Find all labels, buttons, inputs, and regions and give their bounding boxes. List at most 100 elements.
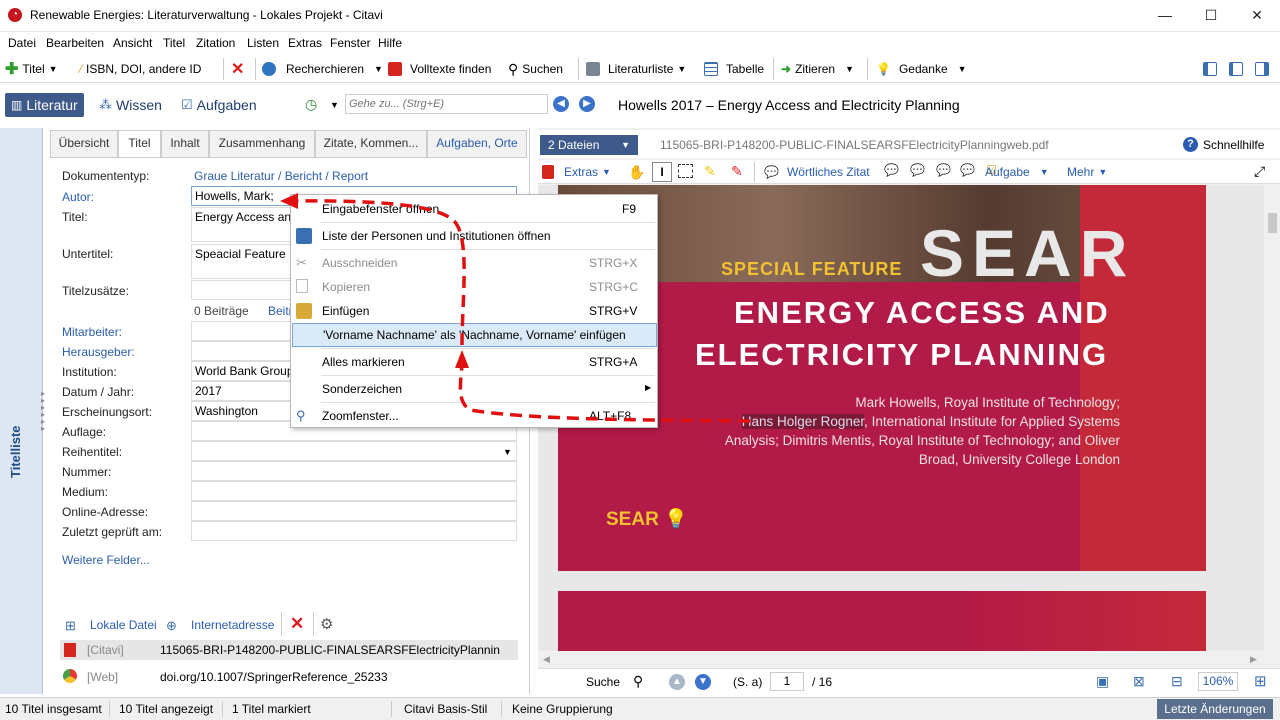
fullscreen-icon[interactable]: ⤢ <box>1254 163 1265 180</box>
menu-item-einfuegen[interactable]: Einfügen STRG+V <box>291 299 657 323</box>
menu-datei[interactable]: Datei <box>8 36 36 50</box>
layout-right-button[interactable] <box>1255 60 1269 78</box>
menu-item-ausschneiden[interactable]: ✂ Ausschneiden STRG+X <box>291 251 657 275</box>
nummer-field[interactable] <box>191 461 517 481</box>
menu-item-sonderzeichen[interactable]: Sonderzeichen ▶ <box>291 377 657 401</box>
menu-bearbeiten[interactable]: Bearbeiten <box>46 36 104 50</box>
horizontal-scrollbar[interactable]: ◀ ▶ <box>538 651 1264 668</box>
tab-literatur[interactable]: ▥ Literatur <box>5 93 84 117</box>
thought-icon[interactable]: 💬 <box>960 163 975 177</box>
schnellhilfe-button[interactable]: ? Schnellhilfe <box>1183 137 1264 152</box>
aufgabe-button[interactable]: Aufgabe ▼ <box>985 163 1049 181</box>
back-button[interactable]: ◀ <box>553 96 569 112</box>
scroll-right-icon[interactable]: ▶ <box>1250 654 1257 665</box>
reihentitel-dropdown-icon[interactable]: ▼ <box>503 447 512 457</box>
authors-text[interactable]: Mark Howells, Royal Institute of Technol… <box>718 393 1120 469</box>
new-title-button[interactable]: ✚ Titel ▼ <box>5 60 58 78</box>
area-select-icon[interactable] <box>678 164 693 178</box>
beitraege-link[interactable]: Beitr <box>268 304 293 318</box>
tab-aufgaben-orte[interactable]: Aufgaben, Orte <box>427 130 527 157</box>
status-grouping[interactable]: Keine Gruppierung <box>512 702 613 716</box>
tab-uebersicht[interactable]: Übersicht <box>50 130 118 157</box>
literaturliste-button[interactable]: Literaturliste ▼ <box>586 60 686 78</box>
menu-titel[interactable]: Titel <box>163 36 185 50</box>
minimize-button[interactable]: — <box>1142 0 1188 32</box>
herausgeber-label[interactable]: Herausgeber: <box>62 345 135 359</box>
tab-zitate[interactable]: Zitate, Kommen... <box>315 130 427 157</box>
vertical-scrollbar[interactable] <box>1264 185 1280 651</box>
medium-field[interactable] <box>191 481 517 501</box>
menu-listen[interactable]: Listen <box>247 36 279 50</box>
close-button[interactable]: ✕ <box>1234 0 1280 32</box>
goto-input[interactable] <box>345 94 548 114</box>
tab-inhalt[interactable]: Inhalt <box>161 130 209 157</box>
recherchieren-button[interactable]: Recherchieren ▼ <box>262 60 383 78</box>
zoom-input[interactable]: 106% <box>1198 672 1238 691</box>
tab-zusammenhang[interactable]: Zusammenhang <box>209 130 315 157</box>
gedanke-button[interactable]: 💡 Gedanke ▼ <box>876 60 967 78</box>
dokumententyp-link[interactable]: Graue Literatur / Bericht / Report <box>194 169 368 183</box>
online-adresse-field[interactable] <box>191 501 517 521</box>
fit-page-icon[interactable]: ▣ <box>1096 673 1109 690</box>
scroll-thumb[interactable] <box>1268 213 1277 233</box>
hand-tool-icon[interactable]: ✋ <box>628 164 645 181</box>
page-down-button[interactable]: ▼ <box>695 674 711 690</box>
internetadresse-button[interactable]: Internetadresse <box>191 618 274 632</box>
menu-hilfe[interactable]: Hilfe <box>378 36 402 50</box>
layout-left-button[interactable] <box>1203 60 1217 78</box>
highlighter-red-icon[interactable]: ✎ <box>731 163 743 180</box>
gear-icon[interactable]: ⚙ <box>320 615 333 633</box>
tabelle-button[interactable]: Tabelle <box>704 60 764 78</box>
reihentitel-field[interactable] <box>191 441 517 461</box>
menu-item-zoomfenster[interactable]: ⚲ Zoomfenster... ALT+F8 <box>291 404 657 428</box>
mehr-button[interactable]: Mehr ▼ <box>1067 163 1107 181</box>
zoom-out-icon[interactable]: ⊟ <box>1171 673 1183 690</box>
lokale-datei-button[interactable]: Lokale Datei <box>90 618 157 632</box>
title-list-label[interactable]: Titelliste <box>8 425 23 478</box>
title-list-sidebar[interactable]: Titelliste <box>0 128 43 694</box>
menu-item-eingabefenster[interactable]: Eingabefenster öffnen F9 <box>291 197 657 221</box>
pdf-extras-button[interactable]: Extras ▼ <box>542 163 611 181</box>
indirect-quote-icon[interactable]: 💬 <box>936 163 951 177</box>
volltexte-button[interactable]: Volltexte finden <box>388 60 491 78</box>
tab-wissen[interactable]: ⁂ Wissen <box>93 93 168 117</box>
zitieren-button[interactable]: ➜ Zitieren ▼ <box>781 60 854 78</box>
fit-width-icon[interactable]: ⊠ <box>1133 673 1145 690</box>
menu-zitation[interactable]: Zitation <box>196 36 235 50</box>
autor-label[interactable]: Autor: <box>62 190 94 204</box>
history-icon[interactable]: ◷ <box>305 96 317 113</box>
isbn-button[interactable]: ⁄ ISBN, DOI, andere ID <box>80 60 201 78</box>
highlighter-yellow-icon[interactable]: ✎ <box>704 163 716 180</box>
page-up-button[interactable]: ▲ <box>669 674 685 690</box>
menu-item-vorname-nachname[interactable]: 'Vorname Nachname' als 'Nachname, Vornam… <box>292 323 657 347</box>
scroll-left-icon[interactable]: ◀ <box>543 654 550 665</box>
menu-ansicht[interactable]: Ansicht <box>113 36 152 50</box>
menu-item-personenliste[interactable]: Liste der Personen und Institutionen öff… <box>291 224 657 248</box>
zoom-in-icon[interactable]: ⊞ <box>1254 672 1267 690</box>
page-number-input[interactable]: 1 <box>770 672 804 691</box>
remove-file-icon[interactable]: ✕ <box>290 614 304 634</box>
woertliches-zitat-button[interactable]: 💬 Wörtliches Zitat <box>764 163 870 181</box>
delete-button[interactable]: ✕ <box>231 60 244 78</box>
weitere-felder-link[interactable]: Weitere Felder... <box>62 553 150 567</box>
zuletzt-geprueft-field[interactable] <box>191 521 517 541</box>
file-row[interactable]: [Citavi] 115065-BRI-P148200-PUBLIC-FINAL… <box>60 640 518 660</box>
status-style[interactable]: Citavi Basis-Stil <box>404 702 487 716</box>
search-icon[interactable]: ⚲ <box>633 673 643 690</box>
menu-fenster[interactable]: Fenster <box>330 36 371 50</box>
tab-aufgaben[interactable]: ☑ Aufgaben <box>175 93 263 117</box>
files-dropdown[interactable]: 2 Dateien ▼ <box>540 135 638 155</box>
layout-center-button[interactable] <box>1229 60 1243 78</box>
tab-titel[interactable]: Titel <box>118 130 161 158</box>
text-select-icon[interactable]: I <box>652 162 672 182</box>
mitarbeiter-label[interactable]: Mitarbeiter: <box>62 325 122 339</box>
summary-icon[interactable]: 💬 <box>910 163 925 177</box>
menu-item-kopieren[interactable]: Kopieren STRG+C <box>291 275 657 299</box>
maximize-button[interactable]: ☐ <box>1188 0 1234 32</box>
selected-author-highlight[interactable]: Hans Holger Rogner <box>741 414 865 429</box>
history-dropdown-icon[interactable]: ▼ <box>330 100 339 110</box>
file-row[interactable]: [Web] doi.org/10.1007/SpringerReference_… <box>60 667 518 687</box>
forward-button[interactable]: ▶ <box>579 96 595 112</box>
suchen-button[interactable]: ⚲ Suchen <box>508 60 563 78</box>
menu-extras[interactable]: Extras <box>288 36 322 50</box>
